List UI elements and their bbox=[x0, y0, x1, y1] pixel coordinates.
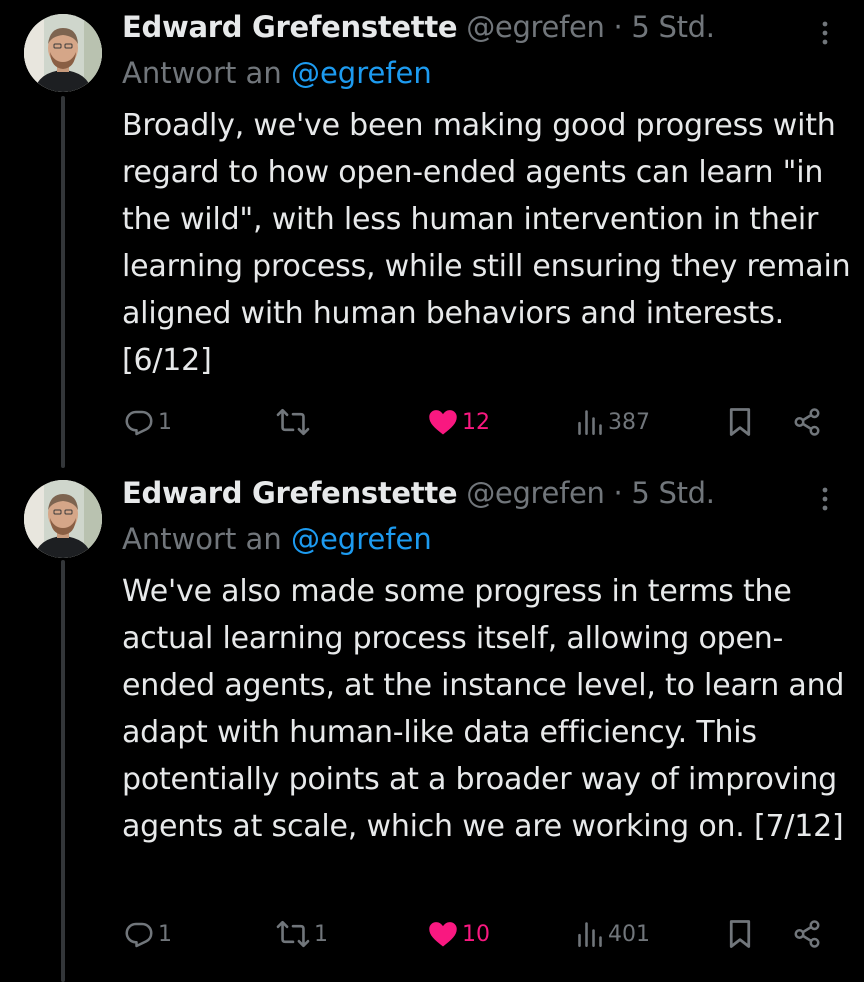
tweet-header: Edward Grefenstette @egrefen · 5 Std. bbox=[122, 472, 715, 514]
share-icon bbox=[794, 408, 820, 436]
more-icon bbox=[822, 487, 828, 511]
reply-mention-link[interactable]: @egrefen bbox=[291, 522, 432, 556]
views-count: 387 bbox=[608, 409, 650, 435]
tweet-header: Edward Grefenstette @egrefen · 5 Std. bbox=[122, 6, 715, 48]
repost-button[interactable] bbox=[276, 402, 314, 442]
heart-icon bbox=[429, 922, 457, 947]
reply-icon bbox=[125, 922, 153, 948]
bookmark-icon bbox=[729, 920, 751, 948]
avatar[interactable] bbox=[24, 14, 102, 92]
repost-icon bbox=[276, 920, 310, 948]
more-options-button[interactable] bbox=[812, 18, 838, 48]
tweet[interactable]: Edward Grefenstette @egrefen · 5 Std. An… bbox=[0, 466, 864, 982]
tweet[interactable]: Edward Grefenstette @egrefen · 5 Std. An… bbox=[0, 0, 864, 470]
like-count: 12 bbox=[462, 409, 490, 435]
reply-count: 1 bbox=[158, 409, 172, 435]
bookmark-icon bbox=[729, 408, 751, 436]
share-button[interactable] bbox=[792, 914, 822, 954]
author-name[interactable]: Edward Grefenstette bbox=[122, 476, 458, 510]
reply-icon bbox=[125, 410, 153, 436]
reply-prefix: Antwort an bbox=[122, 56, 282, 90]
views-button[interactable]: 387 bbox=[576, 402, 650, 442]
repost-count: 1 bbox=[314, 921, 328, 947]
like-button[interactable]: 12 bbox=[428, 402, 490, 442]
share-icon bbox=[794, 920, 820, 948]
separator-dot: · bbox=[613, 10, 623, 44]
timestamp[interactable]: 5 Std. bbox=[631, 476, 715, 510]
avatar-image bbox=[24, 480, 102, 558]
tweet-text: Broadly, we've been making good progress… bbox=[122, 108, 851, 378]
timestamp[interactable]: 5 Std. bbox=[631, 10, 715, 44]
like-count: 10 bbox=[462, 921, 490, 947]
reply-context: Antwort an @egrefen bbox=[122, 518, 432, 560]
reply-button[interactable]: 1 bbox=[124, 402, 172, 442]
action-bar: 1 1 10 401 bbox=[0, 914, 864, 954]
views-button[interactable]: 401 bbox=[576, 914, 650, 954]
like-button[interactable]: 10 bbox=[428, 914, 490, 954]
separator-dot: · bbox=[613, 476, 623, 510]
reply-context: Antwort an @egrefen bbox=[122, 52, 432, 94]
share-button[interactable] bbox=[792, 402, 822, 442]
repost-button[interactable]: 1 bbox=[276, 914, 328, 954]
tweet-text: We've also made some progress in terms t… bbox=[122, 574, 845, 844]
author-handle[interactable]: @egrefen bbox=[466, 476, 605, 510]
views-count: 401 bbox=[608, 921, 650, 947]
views-icon bbox=[578, 410, 602, 435]
avatar[interactable] bbox=[24, 480, 102, 558]
reply-button[interactable]: 1 bbox=[124, 914, 172, 954]
bookmark-button[interactable] bbox=[726, 914, 754, 954]
repost-icon bbox=[276, 408, 310, 436]
heart-icon bbox=[429, 410, 457, 435]
action-bar: 1 12 387 bbox=[0, 402, 864, 442]
more-options-button[interactable] bbox=[812, 484, 838, 514]
avatar-image bbox=[24, 14, 102, 92]
views-icon bbox=[578, 922, 602, 947]
more-icon bbox=[822, 21, 828, 45]
author-handle[interactable]: @egrefen bbox=[466, 10, 605, 44]
bookmark-button[interactable] bbox=[726, 402, 754, 442]
author-name[interactable]: Edward Grefenstette bbox=[122, 10, 458, 44]
reply-count: 1 bbox=[158, 921, 172, 947]
reply-mention-link[interactable]: @egrefen bbox=[291, 56, 432, 90]
reply-prefix: Antwort an bbox=[122, 522, 282, 556]
